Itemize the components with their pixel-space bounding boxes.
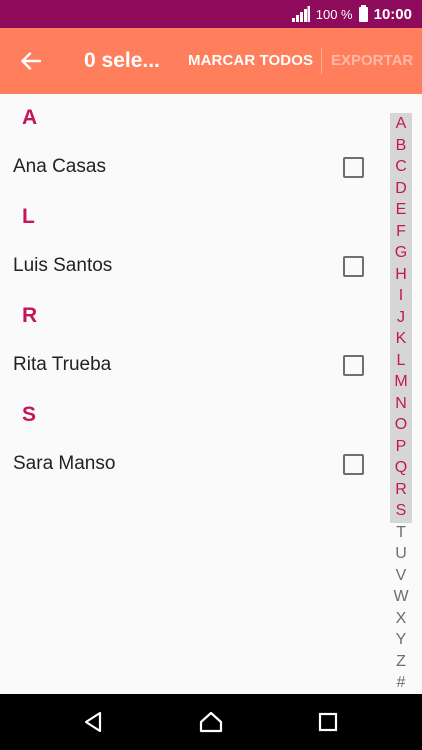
clock: 10:00 — [373, 5, 412, 23]
home-icon — [199, 711, 223, 733]
index-letter-hash[interactable]: # — [390, 672, 412, 694]
contact-row-rita-trueba[interactable]: Rita Trueba — [0, 340, 385, 390]
contact-checkbox[interactable] — [343, 454, 364, 475]
signal-icon — [291, 6, 310, 22]
index-letter-u[interactable]: U — [390, 543, 412, 565]
toolbar-divider — [321, 48, 322, 74]
home-nav-button[interactable] — [191, 704, 231, 740]
contact-checkbox[interactable] — [343, 256, 364, 277]
index-letter-z[interactable]: Z — [390, 651, 412, 673]
index-letter-w[interactable]: W — [390, 586, 412, 608]
index-letter-m[interactable]: M — [390, 371, 412, 393]
export-button[interactable]: EXPORTAR — [331, 52, 413, 69]
index-letter-v[interactable]: V — [390, 565, 412, 587]
contact-checkbox[interactable] — [343, 157, 364, 178]
battery-icon — [358, 4, 368, 22]
index-letter-x[interactable]: X — [390, 608, 412, 630]
index-letter-g[interactable]: G — [390, 242, 412, 264]
section-header-r: R — [22, 304, 38, 327]
contact-name: Luis Santos — [13, 255, 113, 276]
arrow-left-icon — [21, 52, 41, 70]
index-letter-o[interactable]: O — [390, 414, 412, 436]
back-nav-button[interactable] — [73, 704, 113, 740]
section-header-l: L — [22, 205, 35, 228]
index-letter-n[interactable]: N — [390, 393, 412, 415]
index-letter-f[interactable]: F — [390, 221, 412, 243]
index-letter-t[interactable]: T — [390, 522, 412, 544]
mark-all-button[interactable]: MARCAR TODOS — [188, 52, 313, 69]
index-letter-s[interactable]: S — [390, 500, 412, 522]
square-recents-icon — [318, 712, 338, 732]
toolbar: 0 sele... MARCAR TODOS EXPORTAR — [0, 28, 422, 94]
status-indicators: 100 % 10:00 — [291, 0, 412, 28]
index-letter-l[interactable]: L — [390, 350, 412, 372]
contact-row-ana-casas[interactable]: Ana Casas — [0, 142, 385, 192]
index-letter-a[interactable]: A — [390, 113, 412, 135]
contact-row-luis-santos[interactable]: Luis Santos — [0, 241, 385, 291]
index-letter-b[interactable]: B — [390, 135, 412, 157]
triangle-back-icon — [84, 711, 102, 733]
contact-name: Rita Trueba — [13, 354, 112, 375]
index-letter-j[interactable]: J — [390, 307, 412, 329]
recents-nav-button[interactable] — [308, 704, 348, 740]
contact-row-sara-manso[interactable]: Sara Manso — [0, 439, 385, 489]
index-letter-y[interactable]: Y — [390, 629, 412, 651]
selection-count-title: 0 sele... — [84, 49, 160, 72]
navigation-bar — [0, 694, 422, 750]
index-letter-p[interactable]: P — [390, 436, 412, 458]
status-bar: 100 % 10:00 — [0, 0, 422, 28]
index-letter-k[interactable]: K — [390, 328, 412, 350]
contact-name: Ana Casas — [13, 156, 106, 177]
index-letter-e[interactable]: E — [390, 199, 412, 221]
contact-name: Sara Manso — [13, 453, 116, 474]
back-button[interactable] — [10, 40, 52, 82]
section-header-s: S — [22, 403, 37, 426]
index-letter-c[interactable]: C — [390, 156, 412, 178]
index-letter-q[interactable]: Q — [390, 457, 412, 479]
index-letter-i[interactable]: I — [390, 285, 412, 307]
index-letter-h[interactable]: H — [390, 264, 412, 286]
battery-level: 100 % — [315, 6, 353, 22]
section-header-a: A — [22, 106, 38, 129]
contact-checkbox[interactable] — [343, 355, 364, 376]
index-letter-r[interactable]: R — [390, 479, 412, 501]
index-letter-d[interactable]: D — [390, 178, 412, 200]
